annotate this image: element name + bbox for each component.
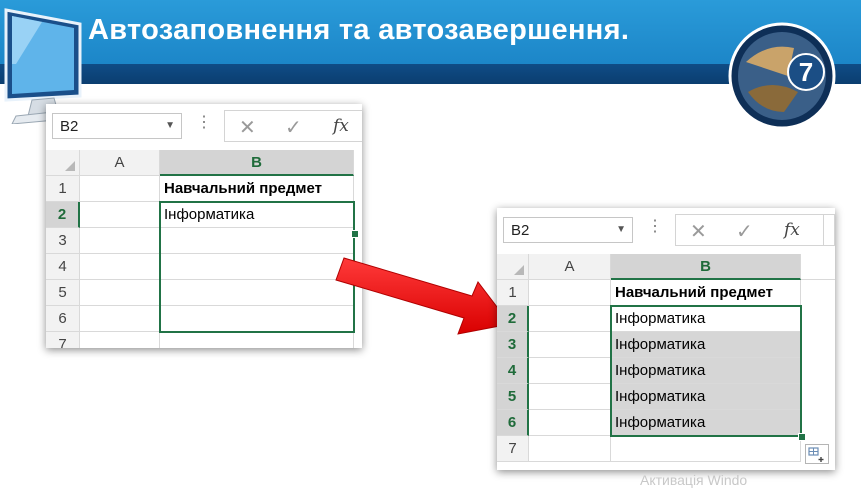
cell-a4[interactable] bbox=[80, 254, 160, 280]
check-icon[interactable]: ✓ bbox=[736, 219, 753, 244]
cell-b3[interactable]: Інформатика bbox=[611, 332, 801, 358]
formula-bar: B2 ▼ ⋮ ✕ ✓ fx bbox=[46, 104, 362, 150]
name-box-value: B2 bbox=[60, 118, 79, 135]
column-header-a[interactable]: A bbox=[529, 254, 611, 280]
formula-buttons: ✕ ✓ fx bbox=[675, 214, 835, 246]
table-row: 4 bbox=[46, 254, 362, 280]
table-row: 5 bbox=[46, 280, 362, 306]
table-row: 2 Інформатика bbox=[46, 202, 362, 228]
badge-number: 7 bbox=[799, 57, 813, 87]
cell-b6[interactable] bbox=[160, 306, 354, 332]
column-header-row: A B bbox=[497, 254, 835, 280]
formula-bar: B2 ▼ ⋮ ✕ ✓ fx bbox=[497, 208, 835, 254]
cell-b4[interactable]: Інформатика bbox=[611, 358, 801, 384]
row-header-7[interactable]: 7 bbox=[46, 332, 80, 348]
fx-icon[interactable]: fx bbox=[784, 220, 800, 240]
fill-handle[interactable] bbox=[798, 433, 806, 441]
cell-a5[interactable] bbox=[80, 280, 160, 306]
row-header-1[interactable]: 1 bbox=[497, 280, 529, 306]
row-header-1[interactable]: 1 bbox=[46, 176, 80, 202]
formula-buttons: ✕ ✓ fx bbox=[224, 110, 362, 142]
cell-b7[interactable] bbox=[160, 332, 354, 348]
cell-a6[interactable] bbox=[80, 306, 160, 332]
cell-b1[interactable]: Навчальний предмет bbox=[611, 280, 801, 306]
fx-icon[interactable]: fx bbox=[333, 116, 349, 136]
table-row: 7 bbox=[46, 332, 362, 348]
row-header-4[interactable]: 4 bbox=[46, 254, 80, 280]
cell-a3[interactable] bbox=[80, 228, 160, 254]
row-header-6[interactable]: 6 bbox=[497, 410, 529, 436]
cell-a4[interactable] bbox=[529, 358, 611, 384]
chevron-down-icon[interactable]: ▼ bbox=[616, 224, 626, 235]
column-header-row: A B bbox=[46, 150, 362, 176]
cell-b4[interactable] bbox=[160, 254, 354, 280]
name-box[interactable]: B2 ▼ bbox=[52, 113, 182, 139]
fill-handle[interactable] bbox=[351, 230, 359, 238]
cell-a6[interactable] bbox=[529, 410, 611, 436]
name-box[interactable]: B2 ▼ bbox=[503, 217, 633, 243]
row-header-4[interactable]: 4 bbox=[497, 358, 529, 384]
activation-watermark: Активація Windo bbox=[640, 472, 748, 488]
cell-a7[interactable] bbox=[529, 436, 611, 462]
cell-b2[interactable]: Інформатика bbox=[611, 306, 801, 332]
spreadsheet-after: B2 ▼ ⋮ ✕ ✓ fx A B 1 Навчальний предмет 2… bbox=[497, 208, 835, 470]
cell-b5[interactable] bbox=[160, 280, 354, 306]
table-row: 5 Інформатика bbox=[497, 384, 835, 410]
column-header-a[interactable]: A bbox=[80, 150, 160, 176]
name-box-value: B2 bbox=[511, 222, 530, 239]
select-all-corner[interactable] bbox=[46, 150, 80, 176]
column-header-c[interactable] bbox=[801, 254, 835, 280]
table-row: 7 bbox=[497, 436, 835, 462]
grade-badge-icon: 7 bbox=[728, 22, 836, 130]
cell-a7[interactable] bbox=[80, 332, 160, 348]
autofill-options-icon[interactable] bbox=[805, 444, 829, 464]
column-header-b[interactable]: B bbox=[160, 150, 354, 176]
check-icon[interactable]: ✓ bbox=[285, 115, 302, 140]
row-header-3[interactable]: 3 bbox=[46, 228, 80, 254]
row-header-2[interactable]: 2 bbox=[46, 202, 80, 228]
cell-a2[interactable] bbox=[80, 202, 160, 228]
cell-a5[interactable] bbox=[529, 384, 611, 410]
row-header-7[interactable]: 7 bbox=[497, 436, 529, 462]
cell-b3[interactable] bbox=[160, 228, 354, 254]
close-icon[interactable]: ✕ bbox=[690, 219, 707, 244]
cell-b2[interactable]: Інформатика bbox=[160, 202, 354, 228]
chevron-down-icon[interactable]: ▼ bbox=[165, 120, 175, 131]
more-icon: ⋮ bbox=[196, 114, 212, 131]
slide-title: Автозаповнення та автозавершення. bbox=[88, 14, 630, 46]
close-icon[interactable]: ✕ bbox=[239, 115, 256, 140]
table-row: 2 Інформатика bbox=[497, 306, 835, 332]
cell-a1[interactable] bbox=[80, 176, 160, 202]
cell-a2[interactable] bbox=[529, 306, 611, 332]
cell-b1[interactable]: Навчальний предмет bbox=[160, 176, 354, 202]
table-row: 1 Навчальний предмет bbox=[497, 280, 835, 306]
row-header-5[interactable]: 5 bbox=[46, 280, 80, 306]
cell-b7[interactable] bbox=[611, 436, 801, 462]
table-row: 1 Навчальний предмет bbox=[46, 176, 362, 202]
table-row: 4 Інформатика bbox=[497, 358, 835, 384]
cell-a3[interactable] bbox=[529, 332, 611, 358]
row-header-3[interactable]: 3 bbox=[497, 332, 529, 358]
select-all-corner[interactable] bbox=[497, 254, 529, 280]
table-row: 3 bbox=[46, 228, 362, 254]
cell-a1[interactable] bbox=[529, 280, 611, 306]
red-arrow-icon bbox=[335, 257, 511, 335]
column-header-b[interactable]: B bbox=[611, 254, 801, 280]
row-header-2[interactable]: 2 bbox=[497, 306, 529, 332]
cell-b5[interactable]: Інформатика bbox=[611, 384, 801, 410]
table-row: 6 bbox=[46, 306, 362, 332]
more-icon: ⋮ bbox=[647, 218, 663, 235]
spreadsheet-before: B2 ▼ ⋮ ✕ ✓ fx A B 1 Навчальний предмет 2… bbox=[46, 104, 362, 348]
row-header-6[interactable]: 6 bbox=[46, 306, 80, 332]
formula-input[interactable] bbox=[823, 214, 835, 246]
table-row: 6 Інформатика bbox=[497, 410, 835, 436]
table-row: 3 Інформатика bbox=[497, 332, 835, 358]
row-header-5[interactable]: 5 bbox=[497, 384, 529, 410]
cell-b6[interactable]: Інформатика bbox=[611, 410, 801, 436]
